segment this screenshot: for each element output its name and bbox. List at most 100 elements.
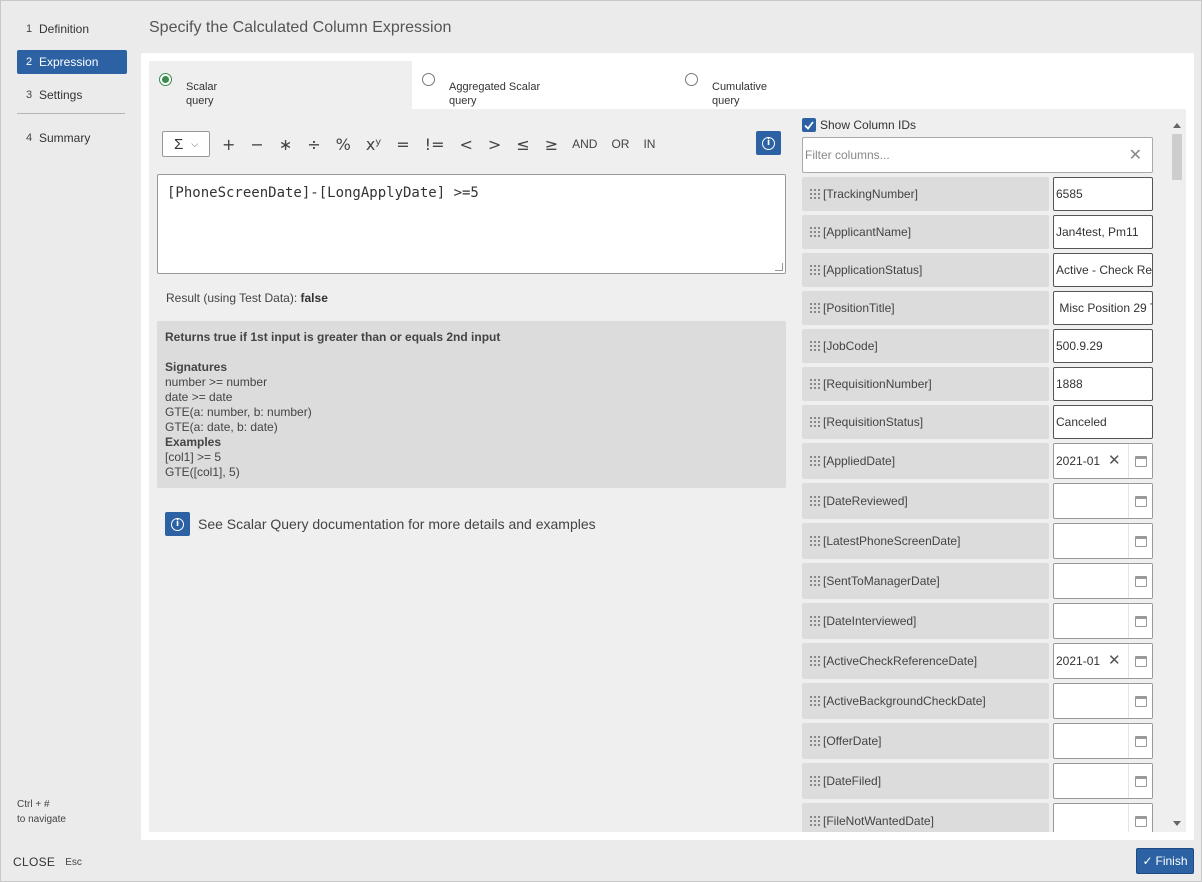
and-operator-button[interactable]: AND bbox=[572, 137, 597, 151]
column-name-chip[interactable]: [DateFiled] bbox=[802, 763, 1049, 799]
step-summary[interactable]: 4 Summary bbox=[17, 126, 127, 150]
test-date-input[interactable] bbox=[1053, 763, 1153, 799]
column-name-chip[interactable]: [RequisitionStatus] bbox=[802, 405, 1049, 439]
columns-scrollbar[interactable] bbox=[1170, 117, 1184, 832]
calendar-icon[interactable] bbox=[1128, 564, 1152, 598]
clear-date-icon[interactable]: ✕ bbox=[1108, 452, 1121, 468]
calendar-icon[interactable] bbox=[1128, 484, 1152, 518]
column-name-chip[interactable]: [OfferDate] bbox=[802, 723, 1049, 759]
column-name-chip[interactable]: [ApplicantName] bbox=[802, 215, 1049, 249]
show-column-ids-toggle[interactable]: Show Column IDs bbox=[802, 117, 1170, 133]
plus-operator-button[interactable]: + bbox=[222, 135, 235, 154]
column-name-chip[interactable]: [PositionTitle] bbox=[802, 291, 1049, 325]
drag-handle-icon[interactable] bbox=[810, 495, 820, 507]
modulo-operator-button[interactable]: % bbox=[336, 135, 351, 154]
drag-handle-icon[interactable] bbox=[810, 188, 820, 200]
column-name-chip[interactable]: [LatestPhoneScreenDate] bbox=[802, 523, 1049, 559]
calendar-icon[interactable] bbox=[1128, 684, 1152, 718]
column-name-chip[interactable]: [ApplicationStatus] bbox=[802, 253, 1049, 287]
column-name-chip[interactable]: [AppliedDate] bbox=[802, 443, 1049, 479]
drag-handle-icon[interactable] bbox=[810, 416, 820, 428]
documentation-link[interactable]: i See Scalar Query documentation for mor… bbox=[165, 512, 596, 536]
expression-editor[interactable]: [PhoneScreenDate]-[LongApplyDate] >=5 bbox=[157, 174, 786, 274]
drag-handle-icon[interactable] bbox=[810, 340, 820, 352]
divide-operator-button[interactable]: ÷ bbox=[307, 135, 320, 154]
minus-operator-button[interactable]: − bbox=[250, 135, 263, 154]
close-button[interactable]: CLOSE bbox=[13, 855, 55, 869]
calendar-icon[interactable] bbox=[1128, 604, 1152, 638]
clear-date-icon[interactable]: ✕ bbox=[1108, 652, 1121, 668]
in-operator-button[interactable]: IN bbox=[643, 137, 655, 151]
drag-handle-icon[interactable] bbox=[810, 302, 820, 314]
documentation-link-text[interactable]: See Scalar Query documentation for more … bbox=[198, 516, 596, 532]
tab-scalar-query[interactable]: Scalar query bbox=[149, 61, 412, 109]
column-name-chip[interactable]: [ActiveBackgroundCheckDate] bbox=[802, 683, 1049, 719]
column-name-chip[interactable]: [RequisitionNumber] bbox=[802, 367, 1049, 401]
test-date-input[interactable] bbox=[1053, 523, 1153, 559]
test-value-input[interactable]: Active - Check Ref bbox=[1053, 253, 1153, 287]
test-date-input[interactable] bbox=[1053, 723, 1153, 759]
calendar-icon[interactable] bbox=[1128, 444, 1152, 478]
less-equal-operator-button[interactable]: ≤ bbox=[516, 135, 529, 154]
drag-handle-icon[interactable] bbox=[810, 615, 820, 627]
clear-filter-icon[interactable]: ✕ bbox=[1129, 147, 1142, 163]
test-date-input[interactable] bbox=[1053, 563, 1153, 599]
drag-handle-icon[interactable] bbox=[810, 775, 820, 787]
filter-columns-input[interactable]: Filter columns... ✕ bbox=[802, 137, 1153, 173]
calendar-icon[interactable] bbox=[1128, 644, 1152, 678]
radio-selected-icon[interactable] bbox=[159, 73, 172, 86]
equals-operator-button[interactable]: = bbox=[396, 135, 409, 154]
resize-handle[interactable] bbox=[775, 263, 783, 271]
column-name-chip[interactable]: [ActiveCheckReferenceDate] bbox=[802, 643, 1049, 679]
not-equals-operator-button[interactable]: != bbox=[425, 135, 445, 154]
radio-icon[interactable] bbox=[685, 73, 698, 86]
column-name-chip[interactable]: [SentToManagerDate] bbox=[802, 563, 1049, 599]
scroll-thumb[interactable] bbox=[1172, 134, 1182, 180]
less-than-operator-button[interactable]: < bbox=[460, 135, 473, 154]
scroll-down-arrow-icon[interactable] bbox=[1173, 821, 1181, 826]
checkbox-checked-icon[interactable] bbox=[802, 118, 816, 132]
test-date-input[interactable]: 2021-01 ✕ bbox=[1053, 643, 1153, 679]
test-value-input[interactable]: Canceled bbox=[1053, 405, 1153, 439]
greater-than-operator-button[interactable]: > bbox=[488, 135, 501, 154]
column-name-chip[interactable]: [DateReviewed] bbox=[802, 483, 1049, 519]
greater-equal-operator-button[interactable]: ≥ bbox=[545, 135, 558, 154]
drag-handle-icon[interactable] bbox=[810, 264, 820, 276]
or-operator-button[interactable]: OR bbox=[611, 137, 629, 151]
tab-cumulative-query[interactable]: Cumulative query bbox=[675, 61, 938, 109]
step-expression[interactable]: 2 Expression bbox=[17, 50, 127, 74]
test-date-input[interactable] bbox=[1053, 603, 1153, 639]
column-name-chip[interactable]: [TrackingNumber] bbox=[802, 177, 1049, 211]
test-value-input[interactable]: 6585 bbox=[1053, 177, 1153, 211]
drag-handle-icon[interactable] bbox=[810, 695, 820, 707]
drag-handle-icon[interactable] bbox=[810, 455, 820, 467]
info-button[interactable]: i bbox=[756, 131, 781, 155]
drag-handle-icon[interactable] bbox=[810, 655, 820, 667]
column-name-chip[interactable]: [FileNotWantedDate] bbox=[802, 803, 1049, 832]
drag-handle-icon[interactable] bbox=[810, 226, 820, 238]
radio-icon[interactable] bbox=[422, 73, 435, 86]
calendar-icon[interactable] bbox=[1128, 804, 1152, 832]
calendar-icon[interactable] bbox=[1128, 724, 1152, 758]
test-value-input[interactable]: Jan4test, Pm11 bbox=[1053, 215, 1153, 249]
drag-handle-icon[interactable] bbox=[810, 535, 820, 547]
tab-aggregated-scalar-query[interactable]: Aggregated Scalar query bbox=[412, 61, 675, 109]
drag-handle-icon[interactable] bbox=[810, 378, 820, 390]
drag-handle-icon[interactable] bbox=[810, 575, 820, 587]
step-settings[interactable]: 3 Settings bbox=[17, 83, 127, 107]
test-date-input[interactable] bbox=[1053, 803, 1153, 832]
test-date-input[interactable] bbox=[1053, 683, 1153, 719]
calendar-icon[interactable] bbox=[1128, 524, 1152, 558]
column-name-chip[interactable]: [DateInterviewed] bbox=[802, 603, 1049, 639]
test-value-input[interactable]: Misc Position 29 T bbox=[1053, 291, 1153, 325]
power-operator-button[interactable]: xʸ bbox=[366, 135, 381, 154]
calendar-icon[interactable] bbox=[1128, 764, 1152, 798]
finish-button[interactable]: ✓ Finish bbox=[1136, 848, 1194, 874]
drag-handle-icon[interactable] bbox=[810, 815, 820, 827]
function-dropdown[interactable]: Σ ⌵ bbox=[162, 131, 210, 157]
multiply-operator-button[interactable]: ∗ bbox=[279, 135, 292, 154]
test-value-input[interactable]: 1888 bbox=[1053, 367, 1153, 401]
test-date-input[interactable]: 2021-01 ✕ bbox=[1053, 443, 1153, 479]
test-value-input[interactable]: 500.9.29 bbox=[1053, 329, 1153, 363]
column-name-chip[interactable]: [JobCode] bbox=[802, 329, 1049, 363]
